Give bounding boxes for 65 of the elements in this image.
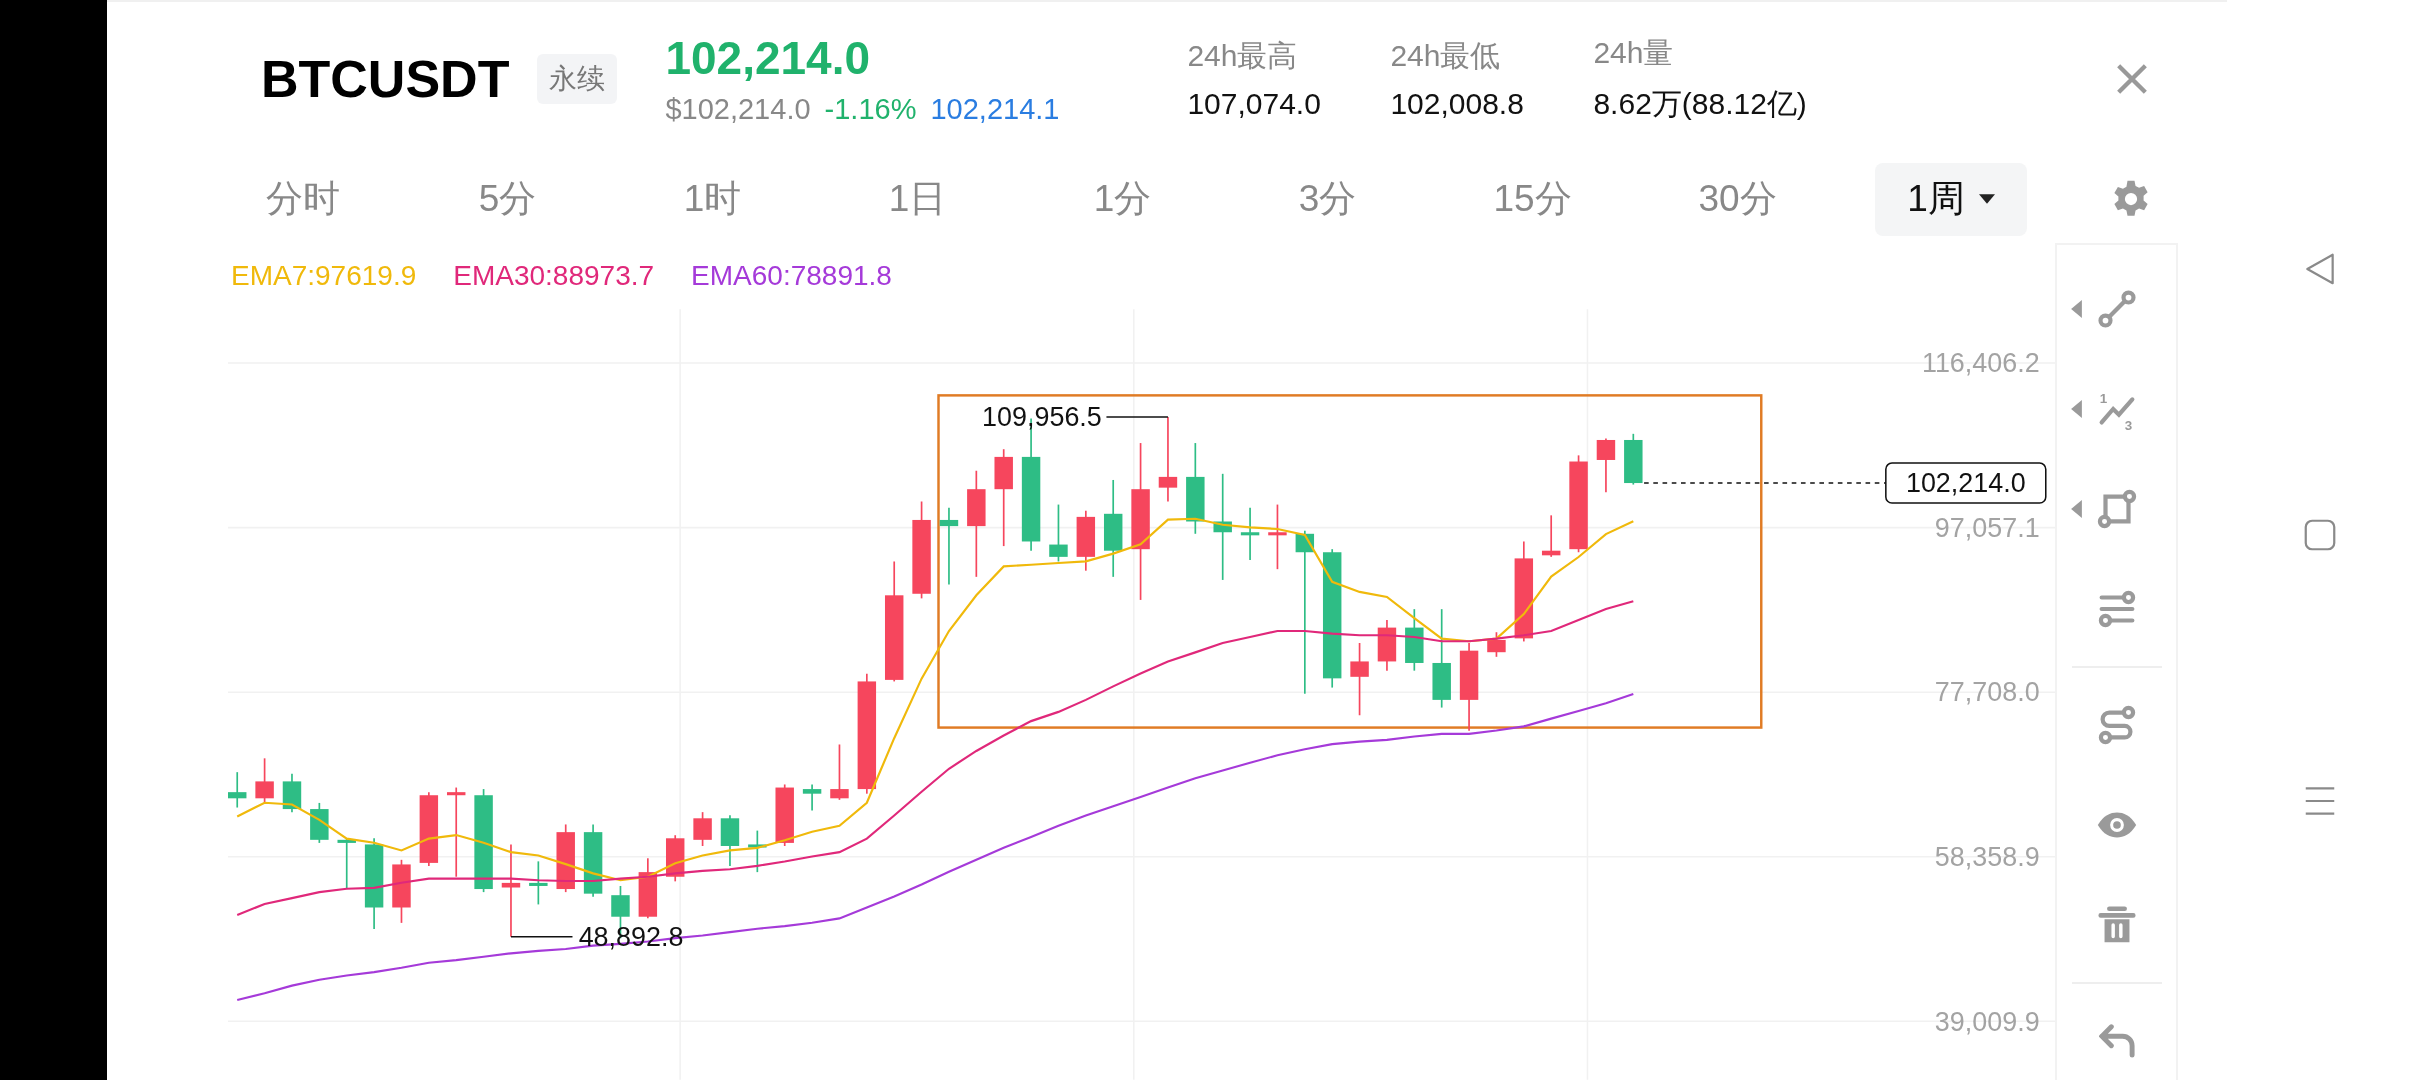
ema-legend: EMA7:97619.9: [231, 260, 417, 292]
stat-label: 24h最低: [1390, 38, 1502, 74]
candlestick: [830, 743, 849, 801]
candlestick: [1487, 631, 1506, 658]
symbol-title: BTCUSDT: [261, 48, 510, 109]
candlestick: [802, 783, 822, 812]
candlestick: [282, 772, 302, 813]
stat-value: 102,008.8: [1390, 87, 1525, 121]
caret-icon: [1978, 194, 1995, 204]
drawing-tool-button[interactable]: 1 3: [2057, 359, 2176, 459]
stat-value: 8.62万(88.12亿): [1593, 85, 1807, 122]
contract-badge: 永续: [537, 53, 618, 104]
usd-price: $102,214.0: [665, 93, 811, 126]
candlestick: [529, 860, 548, 906]
price-annotation: 109,956.5: [982, 402, 1102, 433]
candlestick: [337, 837, 356, 890]
candlestick: [228, 771, 247, 809]
candlestick: [1377, 619, 1397, 672]
interval-tab[interactable]: 1分: [1020, 174, 1225, 224]
submenu-caret-icon: [2071, 300, 2082, 318]
stat-label: 24h量: [1593, 34, 1675, 71]
candlestick: [1624, 433, 1643, 486]
candlestick: [720, 814, 740, 867]
axis-tick-label: 97,057.1: [1934, 512, 2040, 543]
candlestick: [1240, 506, 1260, 561]
candlestick: [1596, 437, 1616, 494]
axis-tick-label: 39,009.9: [1934, 1006, 2040, 1037]
interval-dropdown[interactable]: 1周: [1875, 162, 2027, 236]
ema-legend: EMA30:88973.7: [453, 260, 655, 292]
drawn-rectangle[interactable]: [937, 394, 1763, 729]
interval-tab[interactable]: 3分: [1225, 174, 1430, 224]
leader-line: [1105, 416, 1169, 418]
candlestick: [748, 829, 767, 873]
interval-tab[interactable]: 1日: [815, 174, 1020, 224]
candlestick: [1268, 503, 1287, 570]
last-price-tag: 102,214.0: [1885, 462, 2047, 504]
interval-tab[interactable]: 分时: [200, 174, 405, 224]
stat-value: 107,074.0: [1187, 87, 1322, 121]
leader-line: [510, 935, 574, 938]
ema-legend: EMA60:78891.8: [691, 260, 892, 292]
submenu-caret-icon: [2071, 500, 2082, 518]
undo-icon: [2098, 1024, 2135, 1058]
mark-price: 102,214.1: [930, 93, 1060, 126]
last-price: 102,214.0: [665, 31, 872, 85]
price-change: -1.16%: [824, 93, 917, 126]
candlestick: [255, 757, 274, 804]
candlestick: [1049, 503, 1068, 563]
axis-tick-label: 58,358.9: [1934, 841, 2040, 872]
candlestick: [1541, 514, 1561, 558]
axis-tick-label: 77,708.0: [1934, 677, 2040, 708]
interval-tab[interactable]: 1时: [610, 174, 815, 224]
interval-tab[interactable]: 15分: [1430, 174, 1635, 224]
candlestick: [1076, 509, 1096, 572]
submenu-caret-icon: [2071, 400, 2082, 418]
candlestick: [775, 783, 794, 847]
candlestick: [1405, 608, 1424, 672]
candlestick: [392, 858, 411, 924]
interval-tab[interactable]: 5分: [405, 174, 610, 224]
axis-tick-label: 116,406.2: [1921, 348, 2040, 379]
candlestick: [310, 802, 329, 844]
candlestick: [556, 823, 575, 893]
candlestick: [693, 811, 712, 847]
interval-tab[interactable]: 30分: [1635, 174, 1840, 224]
candlestick: [638, 857, 658, 920]
stat-label: 24h最高: [1187, 38, 1299, 74]
